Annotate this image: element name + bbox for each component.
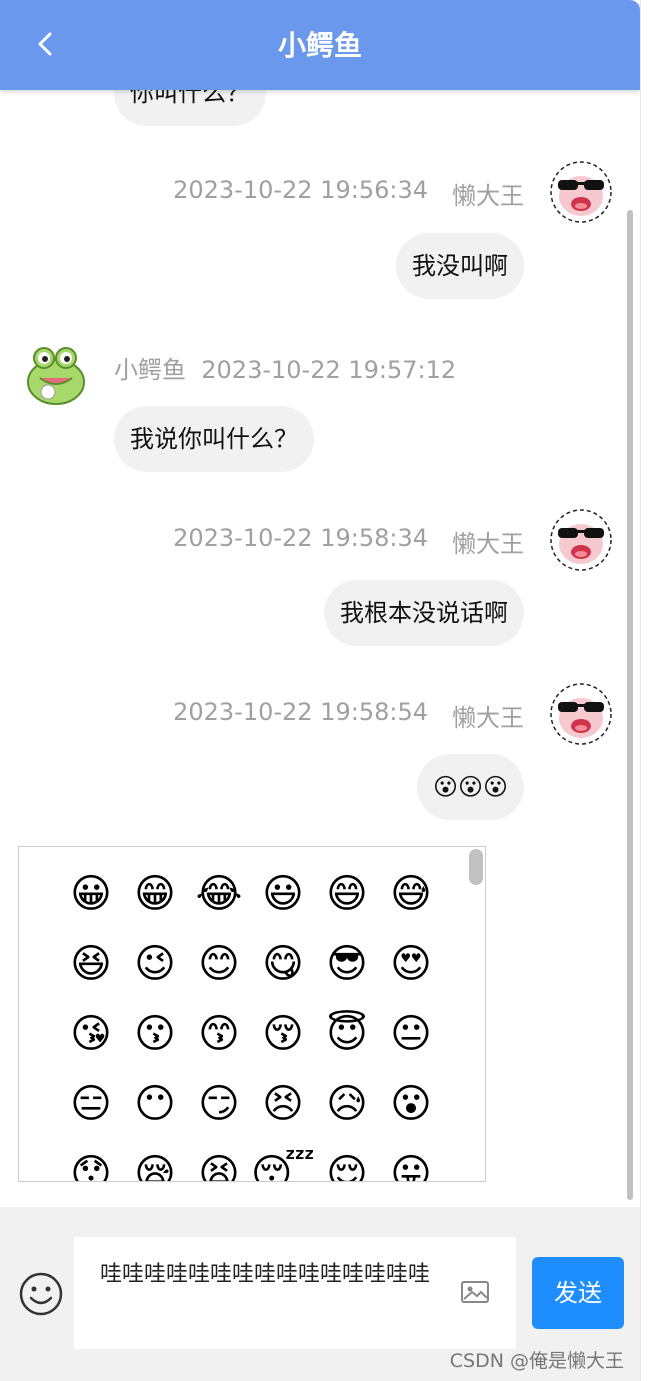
- emoji-option[interactable]: 😇: [315, 999, 379, 1069]
- emoji-option[interactable]: 😏: [187, 1069, 251, 1139]
- emoji-panel-scroll-thumb[interactable]: [469, 849, 483, 885]
- user-avatar: [542, 674, 620, 752]
- sender-name: 小鳄鱼: [114, 356, 186, 384]
- emoji-option[interactable]: 😂: [187, 859, 251, 929]
- emoji-option[interactable]: 😮: [379, 1069, 443, 1139]
- emoji-option[interactable]: 😥: [315, 1069, 379, 1139]
- sender-name: 懒大王: [452, 704, 524, 732]
- emoji-option[interactable]: 😉: [123, 929, 187, 999]
- emoji-option[interactable]: 😌: [315, 1139, 379, 1181]
- message-time: 2023-10-22 19:58:54: [173, 698, 428, 726]
- emoji-option[interactable]: 😘: [59, 999, 123, 1069]
- emoji-option[interactable]: 😍: [379, 929, 443, 999]
- emoji-option[interactable]: 😶: [123, 1069, 187, 1139]
- emoji-option[interactable]: 😊: [187, 929, 251, 999]
- user-avatar: [542, 152, 620, 230]
- message-time: 2023-10-22 19:58:34: [173, 524, 428, 552]
- smiley-face-icon[interactable]: [18, 1271, 64, 1317]
- emoji-option[interactable]: 😋: [251, 929, 315, 999]
- emoji-option[interactable]: 😑: [59, 1069, 123, 1139]
- emoji-option[interactable]: 😄: [315, 859, 379, 929]
- contact-avatar: [18, 338, 96, 416]
- emoji-option[interactable]: 😴: [251, 1139, 315, 1181]
- watermark-text: CSDN @俺是懒大王: [449, 1350, 624, 1372]
- sender-name: 懒大王: [452, 530, 524, 558]
- emoji-panel-scrollbar[interactable]: [467, 847, 485, 1181]
- emoji-option[interactable]: 😯: [59, 1139, 123, 1181]
- emoji-option[interactable]: 😅: [379, 859, 443, 929]
- emoji-option[interactable]: 😙: [187, 999, 251, 1069]
- chat-header: 小鳄鱼: [0, 0, 640, 90]
- emoji-option[interactable]: 😀: [59, 859, 123, 929]
- emoji-option[interactable]: 😐: [379, 999, 443, 1069]
- emoji-option[interactable]: 😚: [251, 999, 315, 1069]
- image-icon[interactable]: [460, 1279, 490, 1305]
- message-bubble: 我根本没说话啊: [324, 580, 524, 646]
- message-bubble: 我说你叫什么？: [114, 406, 314, 472]
- emoji-picker-panel: 😀 😁 😂 😃 😄 😅 😆 😉 😊 😋 😎 😍 😘 😗 😙 😚 😇 😐 😑 😶 😏 😣 😥 😮 😯 😪 😫 😴 😌 😛: [18, 846, 486, 1182]
- emoji-option[interactable]: 😆: [59, 929, 123, 999]
- message-time: 2023-10-22 19:56:34: [173, 176, 428, 204]
- emoji-option[interactable]: 😃: [251, 859, 315, 929]
- emoji-option[interactable]: 😫: [187, 1139, 251, 1181]
- send-button[interactable]: 发送: [532, 1257, 624, 1329]
- chat-window: 小鳄鱼 你叫什么？ 2023-10-22 19:56:34 懒大王 我没叫啊 小…: [0, 0, 641, 1381]
- message-bubble: 😮😮😮: [416, 754, 524, 820]
- message-bubble: 你叫什么？: [114, 90, 266, 126]
- user-avatar: [542, 500, 620, 578]
- sender-name: 懒大王: [452, 182, 524, 210]
- message-time: 2023-10-22 19:57:12: [201, 356, 457, 384]
- message-input[interactable]: 哇哇哇哇哇哇哇哇哇哇哇哇哇哇哇: [74, 1237, 516, 1349]
- emoji-option[interactable]: 😣: [251, 1069, 315, 1139]
- emoji-option[interactable]: 😛: [379, 1139, 443, 1181]
- message-input-value[interactable]: 哇哇哇哇哇哇哇哇哇哇哇哇哇哇哇: [100, 1257, 450, 1293]
- message-scrollbar[interactable]: [627, 210, 633, 1200]
- sender-meta: 小鳄鱼 2023-10-22 19:57:12: [114, 350, 456, 385]
- emoji-option[interactable]: 😗: [123, 999, 187, 1069]
- message-bubble: 我没叫啊: [396, 233, 524, 299]
- emoji-option[interactable]: 😎: [315, 929, 379, 999]
- emoji-option[interactable]: 😁: [123, 859, 187, 929]
- emoji-grid: 😀 😁 😂 😃 😄 😅 😆 😉 😊 😋 😎 😍 😘 😗 😙 😚 😇 😐 😑 😶 😏 😣 😥 😮 😯 😪 😫 😴 😌 😛: [59, 859, 443, 1181]
- chat-title: 小鳄鱼: [277, 29, 362, 62]
- emoji-option[interactable]: 😪: [123, 1139, 187, 1181]
